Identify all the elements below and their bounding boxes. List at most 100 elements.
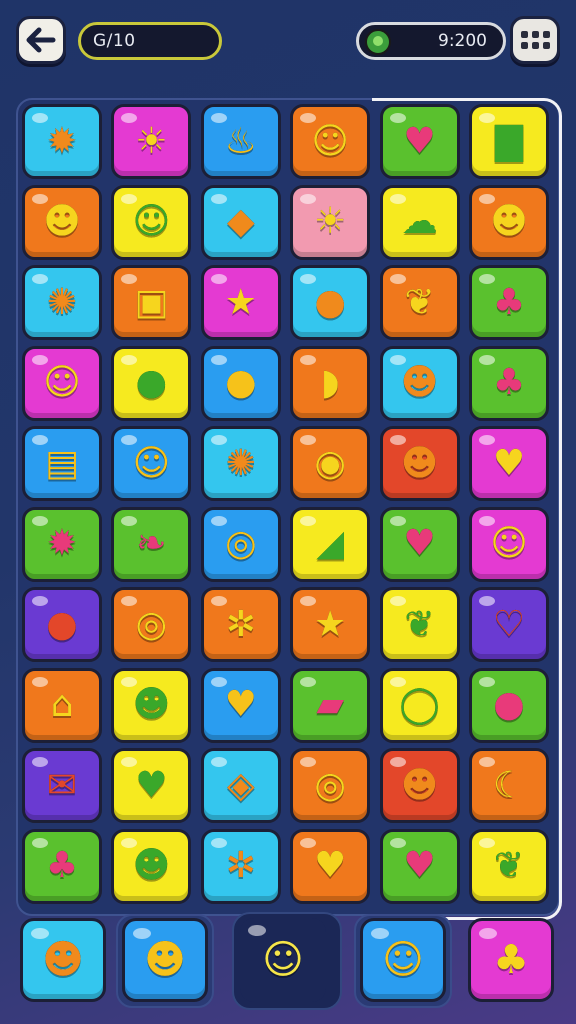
purple-fruit-icon: ● bbox=[135, 362, 168, 403]
tile[interactable]: ✺ bbox=[22, 265, 102, 340]
tile[interactable]: ◎ bbox=[111, 587, 192, 662]
tile[interactable]: ☁ bbox=[379, 184, 460, 260]
tile[interactable]: ✲ bbox=[200, 587, 281, 662]
tile[interactable]: ▰ bbox=[290, 667, 371, 743]
cat-face-icon: ☺ bbox=[490, 523, 528, 564]
pencil-block-icon: ◢ bbox=[316, 523, 345, 564]
tile[interactable]: ● bbox=[111, 345, 192, 421]
back-button[interactable] bbox=[16, 16, 66, 64]
yellow-ball-icon: ● bbox=[225, 362, 257, 403]
tile[interactable]: ☺ bbox=[111, 184, 192, 260]
tile[interactable]: ☺ bbox=[22, 345, 102, 421]
tile[interactable]: ☺ bbox=[468, 506, 549, 582]
crystal-icon: ◆ bbox=[226, 201, 255, 242]
tile[interactable]: ☻ bbox=[22, 184, 102, 260]
tray-tile[interactable]: ♣ bbox=[468, 918, 554, 1002]
tile[interactable]: ● bbox=[468, 667, 549, 743]
lollipop-icon: ● bbox=[314, 281, 346, 323]
sun-icon: ✺ bbox=[46, 281, 78, 323]
tile[interactable]: ◯ bbox=[379, 667, 460, 743]
tile[interactable]: ✹ bbox=[22, 506, 102, 582]
tile[interactable]: ◎ bbox=[290, 748, 371, 823]
tile[interactable]: ★ bbox=[290, 587, 371, 662]
tray-tile[interactable]: ☺ bbox=[360, 918, 446, 1002]
gear-icon: ✲ bbox=[225, 603, 256, 645]
tile[interactable]: ▇ bbox=[468, 104, 549, 179]
tile[interactable]: ● bbox=[22, 587, 102, 662]
tile[interactable]: ❧ bbox=[111, 506, 192, 582]
tile[interactable]: ▤ bbox=[22, 426, 102, 501]
tile[interactable]: ☾ bbox=[468, 748, 549, 823]
tile[interactable]: ♥ bbox=[290, 828, 371, 904]
tile[interactable]: ♣ bbox=[22, 828, 102, 904]
heart-icon: ♥ bbox=[403, 523, 436, 564]
tile[interactable]: ☻ bbox=[111, 667, 192, 743]
tile[interactable]: ♥ bbox=[379, 828, 460, 904]
tile[interactable]: ◢ bbox=[290, 506, 371, 582]
tile[interactable]: ✺ bbox=[200, 426, 281, 501]
blue-fish-icon: ◗ bbox=[320, 362, 340, 403]
tile[interactable]: ☺ bbox=[111, 426, 192, 501]
tile[interactable]: ♣ bbox=[468, 265, 549, 340]
tile[interactable]: ❦ bbox=[468, 828, 549, 904]
tile[interactable]: ♥ bbox=[468, 426, 549, 501]
tile[interactable]: ● bbox=[290, 265, 371, 340]
tile[interactable]: ✉ bbox=[22, 748, 102, 823]
green-frog-icon: ♣ bbox=[45, 845, 79, 886]
heart-gem-icon: ♥ bbox=[403, 120, 436, 162]
tile[interactable]: ● bbox=[200, 345, 281, 421]
red-fish-icon: ♥ bbox=[492, 442, 526, 484]
green-cube-icon: ◈ bbox=[226, 764, 255, 806]
broccoli-icon: ♣ bbox=[492, 362, 526, 403]
green-gem-icon bbox=[365, 29, 391, 55]
tile[interactable]: ☺ bbox=[290, 104, 371, 179]
tile[interactable]: ♥ bbox=[200, 667, 281, 743]
tile[interactable]: ◆ bbox=[200, 184, 281, 260]
tray-tile[interactable]: ☺ bbox=[240, 918, 326, 1002]
tile[interactable]: ☀ bbox=[111, 104, 192, 179]
tile[interactable]: ▣ bbox=[111, 265, 192, 340]
green-box-icon: ▣ bbox=[134, 281, 169, 323]
menu-button[interactable] bbox=[510, 16, 560, 64]
monkey-face-icon: ☻ bbox=[43, 201, 81, 242]
house-icon: ⌂ bbox=[50, 684, 74, 725]
tray-tile[interactable]: ☻ bbox=[122, 918, 208, 1002]
tile[interactable]: ◈ bbox=[200, 748, 281, 823]
tile[interactable]: ★ bbox=[200, 265, 281, 340]
blue-bird-icon: ● bbox=[493, 684, 525, 725]
tile[interactable]: ☻ bbox=[379, 426, 460, 501]
tile[interactable]: ◎ bbox=[200, 506, 281, 582]
moves-counter: G/10 bbox=[78, 22, 222, 60]
flame-icon: ♨ bbox=[224, 120, 257, 162]
tile[interactable]: ☀ bbox=[290, 184, 371, 260]
tile[interactable]: ♥ bbox=[379, 506, 460, 582]
yellow-chick-icon: ☺ bbox=[132, 442, 171, 484]
tile[interactable]: ♥ bbox=[111, 748, 192, 823]
ghost-icon: ☁ bbox=[401, 201, 438, 242]
tile[interactable]: ♣ bbox=[468, 345, 549, 421]
tile[interactable]: ♨ bbox=[200, 104, 281, 179]
tile[interactable]: ✹ bbox=[22, 104, 102, 179]
tile[interactable]: ♥ bbox=[379, 104, 460, 179]
red-heart-icon: ♥ bbox=[224, 684, 257, 725]
score-display: 9:200 bbox=[356, 22, 506, 60]
envelope-icon: ✉ bbox=[46, 764, 78, 806]
tile[interactable]: ☻ bbox=[379, 748, 460, 823]
pink-candy-icon: ▰ bbox=[316, 684, 345, 725]
pink-moon-icon: ☾ bbox=[492, 764, 526, 806]
tile[interactable]: ◉ bbox=[290, 426, 371, 501]
tile[interactable]: ☻ bbox=[379, 345, 460, 421]
tile[interactable]: ◗ bbox=[290, 345, 371, 421]
leaf-cluster-icon: ♣ bbox=[492, 281, 526, 323]
tile[interactable]: ❦ bbox=[379, 587, 460, 662]
tile[interactable]: ☻ bbox=[468, 184, 549, 260]
tile[interactable]: ❦ bbox=[379, 265, 460, 340]
tile[interactable]: ⌂ bbox=[22, 667, 102, 743]
tile[interactable]: ♡ bbox=[468, 587, 549, 662]
tray-tile[interactable]: ☻ bbox=[20, 918, 106, 1002]
swirl-sun-icon: ✺ bbox=[225, 442, 256, 484]
tile[interactable]: ✲ bbox=[200, 828, 281, 904]
fish-smile-icon: ☺ bbox=[132, 201, 171, 242]
grid-menu-icon bbox=[520, 31, 528, 38]
tile[interactable]: ☻ bbox=[111, 828, 192, 904]
